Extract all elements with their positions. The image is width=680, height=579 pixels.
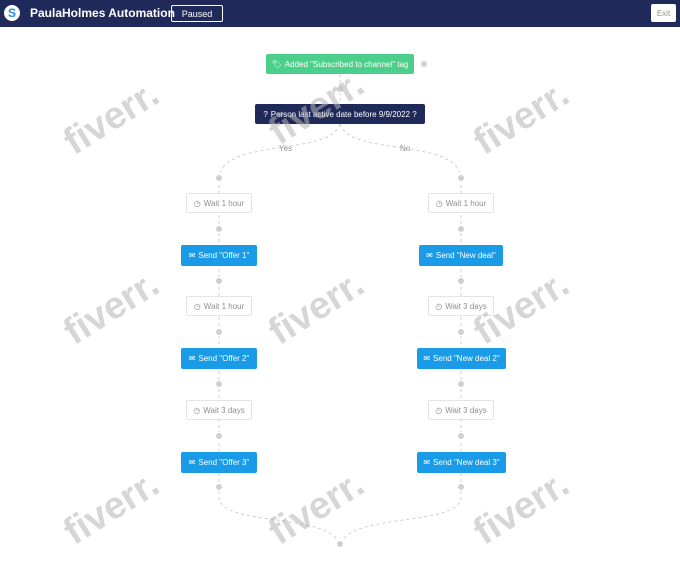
wait-label: Wait 1 hour bbox=[203, 198, 245, 208]
trigger-label: Added "Subscribed to channel" tag bbox=[284, 59, 409, 69]
add-step-dot[interactable] bbox=[215, 277, 223, 285]
envelope-icon: ✉ bbox=[423, 458, 431, 467]
add-step-dot[interactable] bbox=[457, 483, 465, 491]
condition-node[interactable]: ? Person last active date before 9/9/202… bbox=[255, 104, 425, 124]
trigger-node[interactable]: 🏷 Added "Subscribed to channel" tag bbox=[266, 54, 414, 74]
wait-node-left-2[interactable]: ◷ Wait 1 hour bbox=[186, 296, 252, 316]
send-label: Send "New deal 3" bbox=[433, 458, 500, 467]
add-step-dot[interactable] bbox=[457, 277, 465, 285]
exit-button[interactable]: Exit bbox=[651, 4, 676, 22]
envelope-icon: ✉ bbox=[188, 354, 196, 363]
wait-label: Wait 3 days bbox=[445, 405, 487, 415]
wait-label: Wait 1 hour bbox=[445, 198, 487, 208]
send-label: Send "Offer 2" bbox=[198, 354, 250, 363]
merge-dot[interactable] bbox=[336, 540, 344, 548]
send-label: Send "New deal" bbox=[435, 251, 496, 260]
app-logo-icon[interactable]: S bbox=[4, 5, 20, 21]
tag-icon: 🏷 bbox=[271, 59, 282, 69]
add-step-dot[interactable] bbox=[215, 483, 223, 491]
send-node-right-2[interactable]: ✉ Send "New deal 2" bbox=[417, 348, 506, 369]
clock-icon: ◷ bbox=[193, 405, 201, 415]
add-step-dot[interactable] bbox=[457, 174, 465, 182]
send-node-right-3[interactable]: ✉ Send "New deal 3" bbox=[417, 452, 506, 473]
send-node-left-1[interactable]: ✉ Send "Offer 1" bbox=[181, 245, 257, 266]
send-label: Send "Offer 3" bbox=[198, 458, 250, 467]
send-label: Send "Offer 1" bbox=[198, 251, 250, 260]
wait-node-left-1[interactable]: ◷ Wait 1 hour bbox=[186, 193, 252, 213]
wait-label: Wait 1 hour bbox=[203, 301, 245, 311]
no-branch-label: No bbox=[400, 144, 411, 153]
wait-node-right-1[interactable]: ◷ Wait 1 hour bbox=[428, 193, 494, 213]
wait-label: Wait 3 days bbox=[445, 301, 487, 311]
envelope-icon: ✉ bbox=[426, 251, 433, 260]
add-step-dot[interactable] bbox=[215, 225, 223, 233]
send-node-left-3[interactable]: ✉ Send "Offer 3" bbox=[181, 452, 257, 473]
add-step-dot[interactable] bbox=[336, 85, 344, 93]
envelope-icon: ✉ bbox=[423, 354, 431, 363]
clock-icon: ◷ bbox=[193, 198, 201, 208]
wait-node-right-3[interactable]: ◷ Wait 3 days bbox=[428, 400, 494, 420]
send-node-left-2[interactable]: ✉ Send "Offer 2" bbox=[181, 348, 257, 369]
add-step-dot[interactable] bbox=[215, 328, 223, 336]
add-step-dot[interactable] bbox=[215, 380, 223, 388]
flow-canvas: 🏷 Added "Subscribed to channel" tag ? Pe… bbox=[0, 27, 680, 579]
add-step-dot[interactable] bbox=[215, 174, 223, 182]
yes-branch-label: Yes bbox=[279, 144, 293, 153]
top-bar: S PaulaHolmes Automation Paused Exit bbox=[0, 0, 680, 27]
wait-label: Wait 3 days bbox=[203, 405, 245, 415]
automation-title: PaulaHolmes Automation bbox=[30, 6, 175, 20]
clock-icon: ◷ bbox=[435, 405, 443, 415]
add-step-dot[interactable] bbox=[457, 432, 465, 440]
condition-label: Person last active date before 9/9/2022 … bbox=[270, 109, 417, 119]
status-badge[interactable]: Paused bbox=[171, 5, 223, 22]
add-step-dot[interactable] bbox=[420, 60, 428, 68]
envelope-icon: ✉ bbox=[188, 251, 196, 260]
add-step-dot[interactable] bbox=[457, 328, 465, 336]
add-step-dot[interactable] bbox=[457, 225, 465, 233]
add-step-dot[interactable] bbox=[215, 432, 223, 440]
clock-icon: ◷ bbox=[435, 198, 443, 208]
question-icon: ? bbox=[263, 109, 268, 119]
clock-icon: ◷ bbox=[435, 301, 443, 311]
send-label: Send "New deal 2" bbox=[433, 354, 500, 363]
send-node-right-1[interactable]: ✉ Send "New deal" bbox=[419, 245, 503, 266]
clock-icon: ◷ bbox=[193, 301, 201, 311]
wait-node-left-3[interactable]: ◷ Wait 3 days bbox=[186, 400, 252, 420]
add-step-dot[interactable] bbox=[457, 380, 465, 388]
wait-node-right-2[interactable]: ◷ Wait 3 days bbox=[428, 296, 494, 316]
envelope-icon: ✉ bbox=[188, 458, 196, 467]
